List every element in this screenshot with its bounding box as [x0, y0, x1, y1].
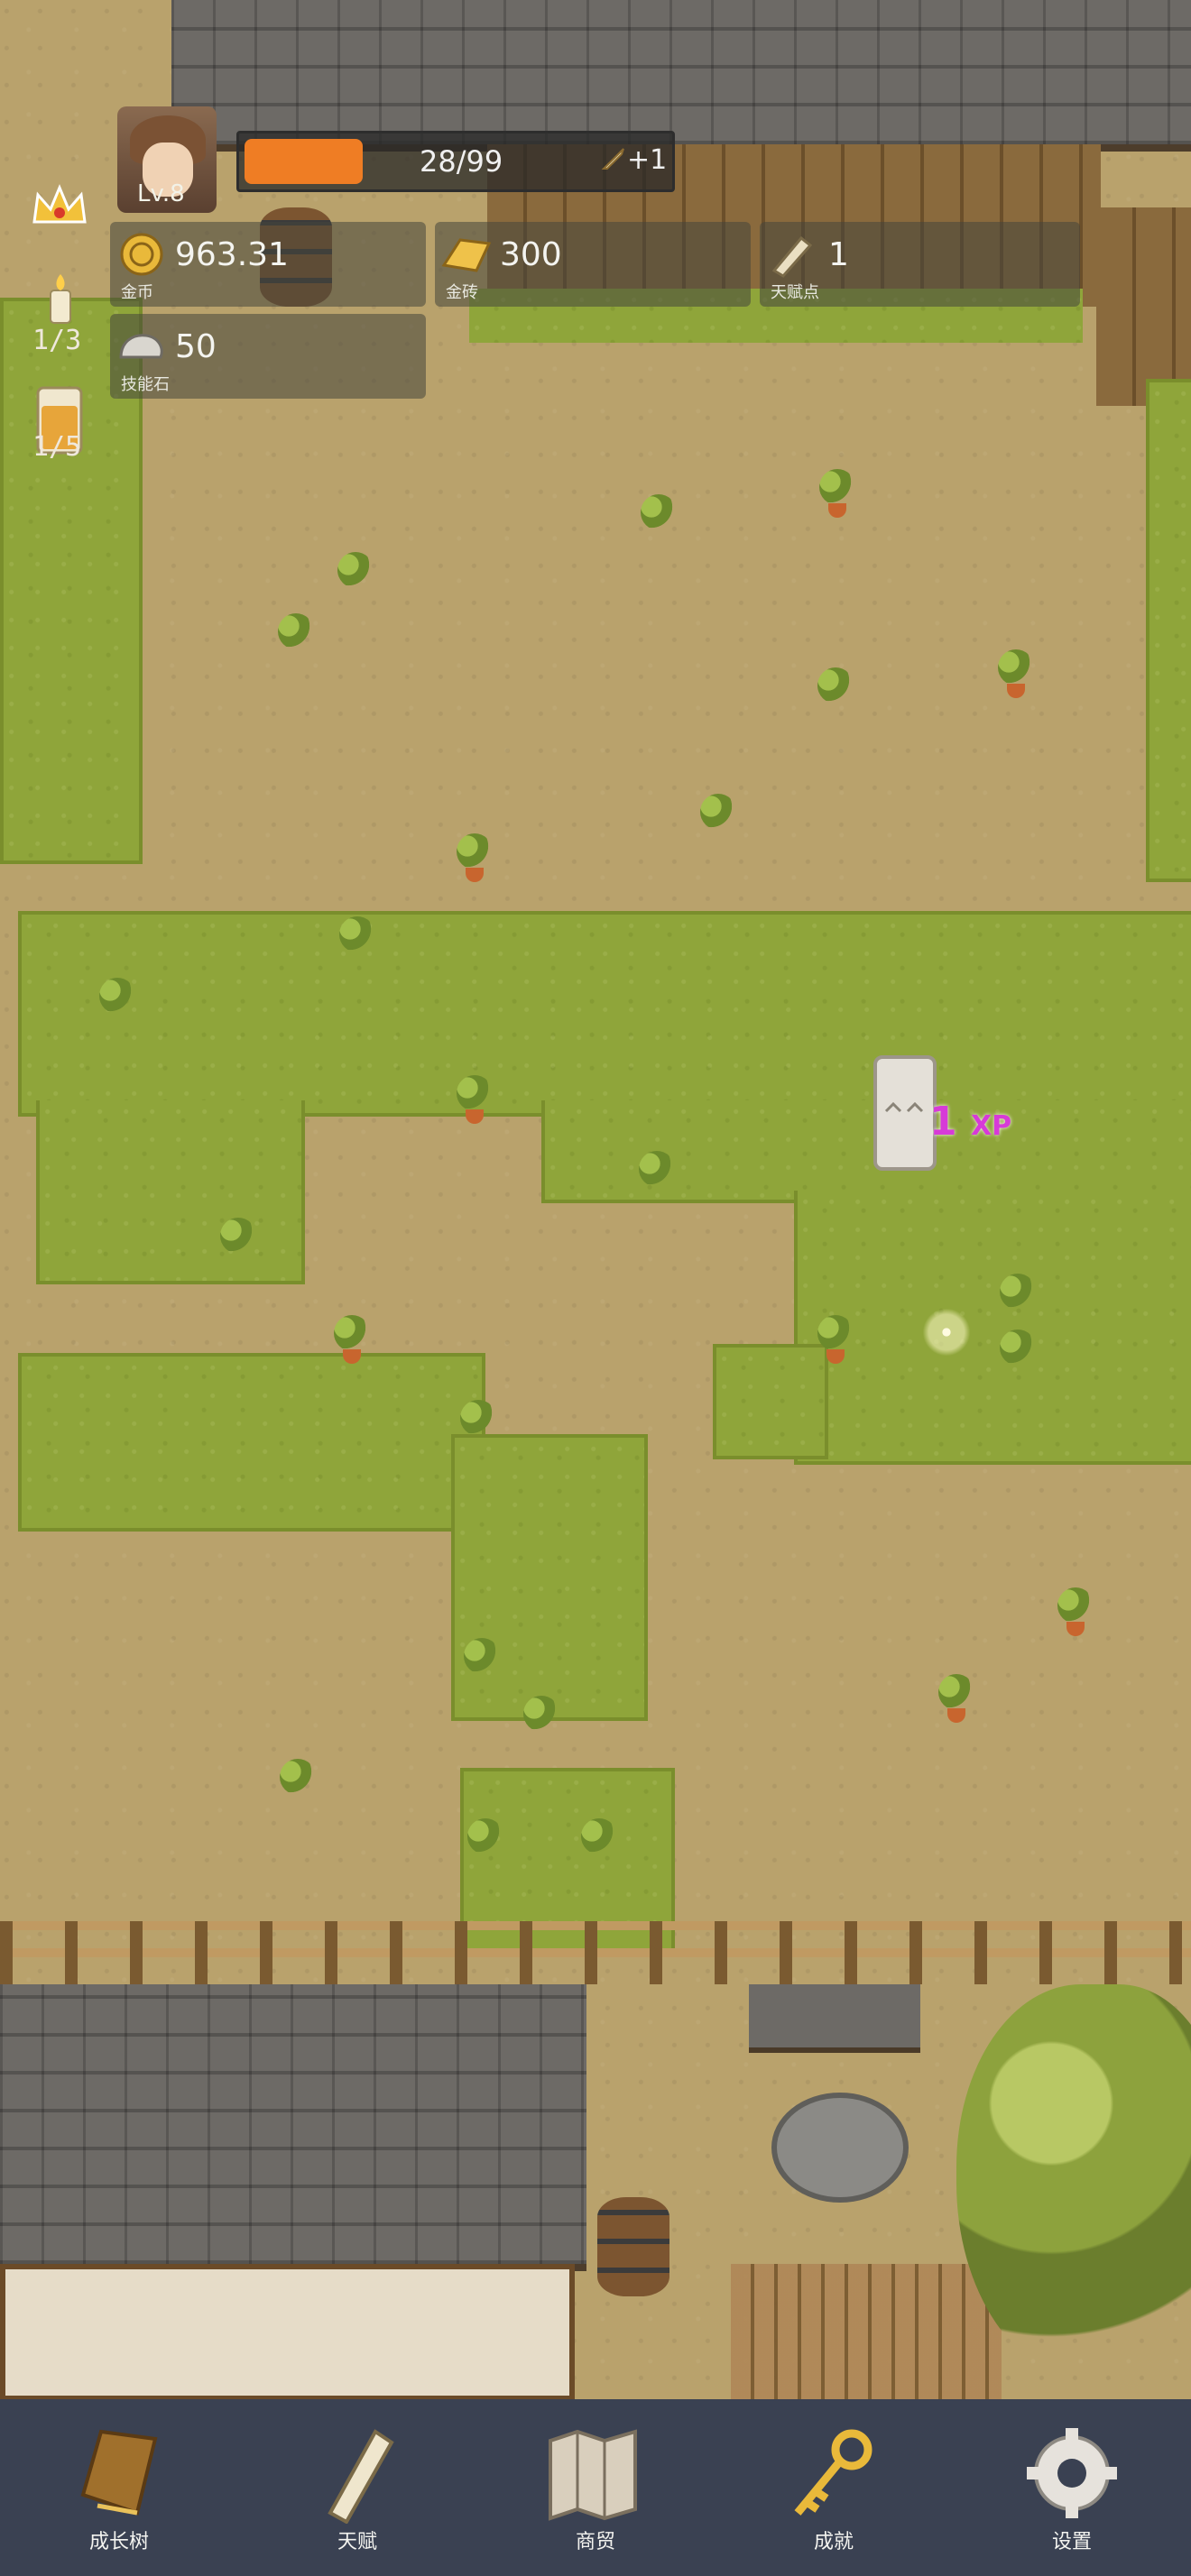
gold-brick-icon	[441, 238, 492, 272]
talent-points-value: 1	[828, 236, 849, 273]
coins-panel[interactable]: 963.31 金币	[110, 222, 426, 307]
player-level: Lv.8	[137, 180, 185, 207]
xp-bar: 28/99 +1	[236, 131, 675, 192]
carrot-plant[interactable]	[1050, 1587, 1101, 1638]
coins-value: 963.31	[175, 236, 289, 273]
xp-popup: 1 XP	[929, 1099, 1012, 1145]
gold-coin-icon	[120, 233, 163, 276]
sprout-plant[interactable]	[271, 613, 321, 664]
map-icon	[549, 2429, 637, 2521]
bottom-nav: 成长树 天赋 商贸 成就 设置	[0, 2399, 1191, 2576]
gear-icon	[1027, 2428, 1117, 2518]
house-wall	[0, 2264, 575, 2399]
sprout-plant[interactable]	[330, 552, 381, 603]
sprout-plant[interactable]	[213, 1218, 263, 1268]
sprout-plant[interactable]	[332, 916, 383, 967]
xp-text: 28/99	[420, 144, 503, 179]
nav-trade[interactable]: 商贸	[476, 2399, 715, 2576]
sprout-plant[interactable]	[516, 1696, 567, 1746]
scroll-icon	[328, 2429, 394, 2524]
hud: Lv.8 28/99 +1 1/3 1/5 963.31 金币 300 金砖 1…	[0, 0, 1191, 505]
sword-icon	[601, 148, 624, 170]
coins-caption: 金币	[121, 283, 153, 302]
grass-patch	[18, 911, 1191, 1117]
sprout-plant[interactable]	[574, 1818, 624, 1869]
talent-points-caption: 天赋点	[771, 283, 819, 302]
sparkle-pickup[interactable]	[919, 1304, 974, 1360]
tombstone-enemy[interactable]	[873, 1055, 937, 1171]
carrot-plant[interactable]	[449, 833, 500, 884]
sprout-plant[interactable]	[992, 1274, 1043, 1324]
sprout-plant[interactable]	[453, 1400, 503, 1450]
skill-stones-panel[interactable]: 50 技能石	[110, 314, 426, 399]
sprout-plant[interactable]	[810, 667, 861, 718]
candle-icon[interactable]	[29, 271, 90, 325]
water-well	[749, 1984, 920, 2237]
sprout-plant[interactable]	[992, 1329, 1043, 1380]
stone-icon	[119, 334, 163, 359]
xp-bar-fill	[245, 139, 363, 184]
carrot-plant[interactable]	[449, 1075, 500, 1126]
book-icon	[80, 2429, 158, 2516]
crown-icon[interactable]	[29, 177, 90, 240]
carrot-plant[interactable]	[327, 1315, 377, 1366]
gold-bricks-value: 300	[500, 236, 562, 273]
barrel	[597, 2197, 669, 2296]
scroll-icon	[771, 235, 813, 278]
talent-points-panel[interactable]: 1 天赋点	[760, 222, 1080, 307]
wooden-cart	[731, 2264, 1002, 2399]
grass-patch	[36, 1100, 305, 1284]
gold-bricks-panel[interactable]: 300 金砖	[435, 222, 751, 307]
sprout-plant[interactable]	[632, 1151, 682, 1201]
sprout-plant[interactable]	[92, 978, 143, 1028]
nav-growth-tree[interactable]: 成长树	[0, 2399, 238, 2576]
carrot-plant[interactable]	[991, 649, 1041, 700]
candle-count: 1/3	[32, 325, 82, 356]
sprout-plant[interactable]	[693, 794, 743, 844]
sprout-plant[interactable]	[272, 1759, 323, 1809]
gold-bricks-caption: 金砖	[446, 283, 478, 302]
sprout-plant[interactable]	[460, 1818, 511, 1869]
nav-settings[interactable]: 设置	[953, 2399, 1191, 2576]
fence	[0, 1921, 1191, 1984]
carrot-plant[interactable]	[810, 1315, 861, 1366]
sprout-plant[interactable]	[457, 1638, 507, 1688]
house-roof	[0, 1984, 586, 2271]
drink-count: 1/5	[32, 431, 82, 463]
nav-achievements[interactable]: 成就	[715, 2399, 953, 2576]
skill-stones-caption: 技能石	[121, 375, 170, 394]
xp-bonus: +1	[600, 144, 667, 176]
carrot-plant[interactable]	[931, 1674, 982, 1725]
key-icon	[794, 2429, 872, 2516]
nav-talent[interactable]: 天赋	[238, 2399, 476, 2576]
skill-stones-value: 50	[175, 328, 217, 365]
grass-patch	[18, 1353, 485, 1532]
